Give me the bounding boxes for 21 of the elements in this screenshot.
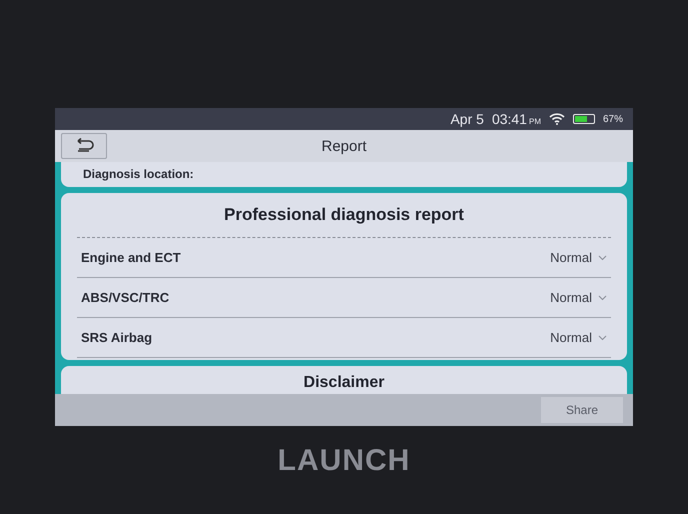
system-name: ABS/VSC/TRC	[81, 290, 170, 305]
status-date: Apr 5	[450, 111, 484, 127]
status-time: 03:41 PM	[492, 111, 541, 127]
status-dropdown[interactable]: Normal	[550, 290, 607, 305]
device-brand-logo: LAUNCH	[278, 444, 410, 478]
system-name: Engine and ECT	[81, 250, 181, 265]
battery-percent: 67%	[602, 114, 623, 124]
system-name: SRS Airbag	[81, 330, 152, 345]
location-label: Diagnosis location:	[83, 167, 194, 181]
chevron-down-icon	[598, 334, 607, 340]
page-title: Report	[321, 138, 367, 154]
battery-icon	[572, 114, 595, 124]
chevron-down-icon	[598, 254, 607, 260]
chevron-down-icon	[598, 294, 607, 300]
status-dropdown[interactable]: Normal	[550, 250, 607, 265]
status-dropdown[interactable]: Normal	[550, 330, 607, 345]
disclaimer-title: Disclaimer	[61, 366, 627, 394]
report-title: Professional diagnosis report	[77, 193, 611, 238]
share-button[interactable]: Share	[541, 397, 623, 423]
wifi-icon	[548, 113, 565, 125]
back-button[interactable]	[61, 133, 107, 159]
